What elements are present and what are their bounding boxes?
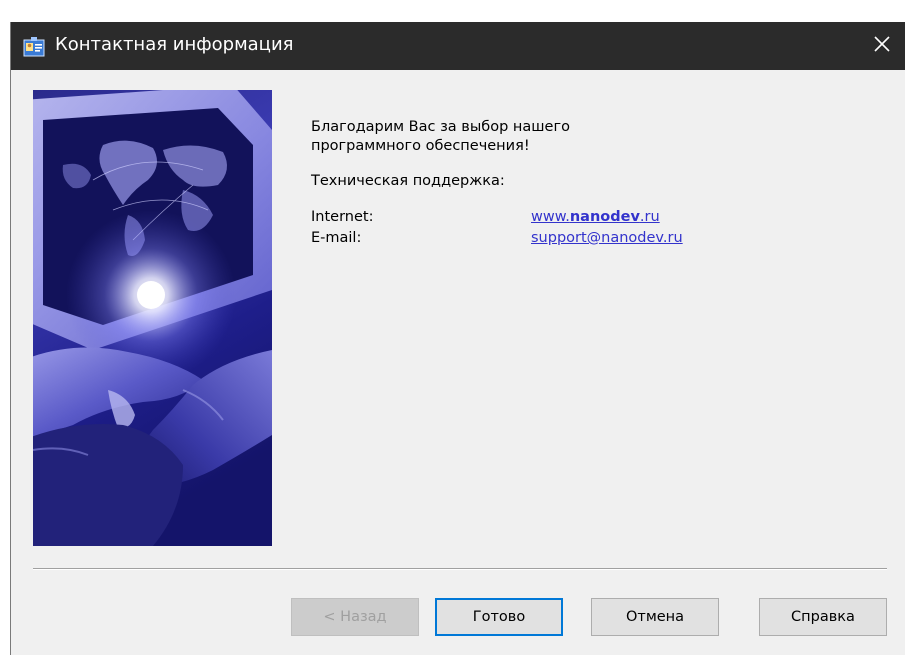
contact-info-dialog: Контактная информация Благодарим Вас за … xyxy=(10,22,905,655)
email-link[interactable]: support@nanodev.ru xyxy=(531,229,683,248)
website-link-domain: nanodev xyxy=(569,209,640,225)
contact-content: Благодарим Вас за выбор нашего программн… xyxy=(311,118,831,250)
thanks-line-1: Благодарим Вас за выбор нашего xyxy=(311,119,570,135)
website-link[interactable]: www.nanodev.ru xyxy=(531,208,660,227)
close-icon xyxy=(873,35,891,57)
close-button[interactable] xyxy=(858,22,905,70)
website-link-suffix: .ru xyxy=(639,209,660,225)
finish-button[interactable]: Готово xyxy=(435,598,563,636)
button-separator xyxy=(33,568,887,570)
website-link-prefix: www. xyxy=(531,209,570,225)
email-row: E-mail: support@nanodev.ru xyxy=(311,229,831,250)
contact-card-icon xyxy=(23,36,45,58)
back-button[interactable]: < Назад xyxy=(291,598,419,636)
thanks-text: Благодарим Вас за выбор нашего программн… xyxy=(311,118,831,156)
internet-row: Internet: www.nanodev.ru xyxy=(311,208,831,229)
email-label: E-mail: xyxy=(311,230,362,246)
title-bar[interactable]: Контактная информация xyxy=(11,22,905,70)
cancel-button[interactable]: Отмена xyxy=(591,598,719,636)
handshake-globe-image xyxy=(33,90,272,546)
support-label: Техническая поддержка: xyxy=(311,173,505,189)
window-title: Контактная информация xyxy=(55,34,294,55)
thanks-line-2: программного обеспечения! xyxy=(311,138,530,154)
help-button[interactable]: Справка xyxy=(759,598,887,636)
internet-label: Internet: xyxy=(311,209,374,225)
